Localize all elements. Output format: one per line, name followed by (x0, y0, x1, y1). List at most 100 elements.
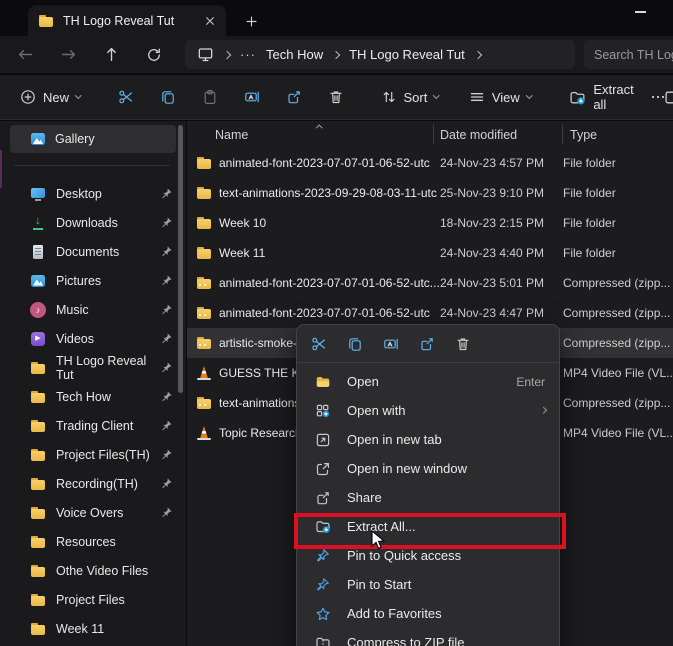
column-header-type[interactable]: Type (570, 128, 597, 142)
sidebar-item[interactable]: TH Logo Reveal Tut (0, 353, 186, 382)
column-resize-handle[interactable] (433, 125, 434, 144)
sidebar-item[interactable]: Downloads (0, 208, 186, 237)
chevron-right-icon (473, 50, 481, 58)
folder-icon (196, 185, 212, 201)
menu-item-open[interactable]: Open Enter (297, 367, 559, 396)
extract-all-button[interactable]: Extract all (561, 76, 641, 118)
menu-item-share[interactable]: Share (297, 483, 559, 512)
sidebar-item[interactable]: Recording(TH) (0, 469, 186, 498)
sidebar-item[interactable]: Videos (0, 324, 186, 353)
details-pane-icon[interactable] (664, 89, 673, 111)
menu-item-compress-to-zip[interactable]: Compress to ZIP file (297, 628, 559, 646)
sidebar-item[interactable]: Trading Client (0, 411, 186, 440)
file-row[interactable]: Week 10 18-Nov-23 2:15 PM File folder (187, 208, 673, 238)
sidebar-item-label: Project Files(TH) (56, 448, 150, 462)
sidebar-item[interactable]: Documents (0, 237, 186, 266)
forward-button[interactable] (51, 41, 85, 69)
file-row[interactable]: text-animations-2023-09-29-08-03-11-utc … (187, 178, 673, 208)
pin-icon (160, 274, 173, 287)
sidebar-item-label: Downloads (56, 216, 118, 230)
menu-item-pin-to-start[interactable]: Pin to Start (297, 570, 559, 599)
paste-button[interactable] (189, 83, 231, 111)
file-row[interactable]: Week 11 24-Nov-23 4:40 PM File folder (187, 238, 673, 268)
sidebar-separator (14, 165, 170, 166)
open-with-icon (315, 403, 331, 419)
file-type: Compressed (zipp... (563, 396, 673, 410)
sort-button[interactable]: Sort (373, 83, 447, 111)
sidebar-item[interactable]: Resources (0, 527, 186, 556)
sidebar-item[interactable]: Pictures (0, 266, 186, 295)
pin-icon (160, 187, 173, 200)
tab-title: TH Logo Reveal Tut (63, 14, 195, 28)
folder-icon (30, 592, 46, 608)
new-button[interactable]: New (12, 83, 89, 111)
copy-icon[interactable] (347, 336, 363, 352)
folder-icon (30, 534, 46, 550)
this-pc-icon[interactable] (197, 46, 214, 63)
column-resize-handle[interactable] (562, 125, 563, 144)
new-tab-button[interactable] (238, 8, 264, 34)
share-icon[interactable] (419, 336, 435, 352)
chevron-down-icon (75, 92, 81, 98)
view-button[interactable]: View (461, 83, 539, 111)
explorer-tab[interactable]: TH Logo Reveal Tut (28, 5, 226, 36)
plus-circle-icon (20, 89, 36, 105)
file-date-modified: 24-Nov-23 4:47 PM (440, 306, 563, 320)
menu-item-open-in-new-window[interactable]: Open in new window (297, 454, 559, 483)
scissors-icon[interactable] (311, 336, 327, 352)
sidebar-item[interactable]: Project Files(TH) (0, 440, 186, 469)
sidebar-item-label: Recording(TH) (56, 477, 138, 491)
file-date-modified: 24-Nov-23 4:40 PM (440, 246, 563, 260)
scissors-icon (118, 89, 134, 105)
column-header-name[interactable]: Name (215, 128, 248, 142)
sidebar-item[interactable]: Voice Overs (0, 498, 186, 527)
sidebar-item[interactable]: Week 11 (0, 614, 186, 643)
search-input[interactable]: Search TH Log (584, 40, 673, 69)
menu-item-add-to-favorites[interactable]: Add to Favorites (297, 599, 559, 628)
share-button[interactable] (273, 83, 315, 111)
breadcrumb-item-current[interactable]: TH Logo Reveal Tut (349, 47, 465, 62)
rename-button[interactable] (231, 83, 273, 111)
folder-icon (38, 13, 54, 29)
rename-icon[interactable] (383, 336, 399, 352)
pin-icon (160, 506, 173, 519)
minimize-button[interactable] (635, 6, 651, 18)
pin-outline-icon (315, 577, 331, 592)
breadcrumb-item-tech-how[interactable]: Tech How (266, 47, 323, 62)
file-date-modified: 24-Nov-23 4:57 PM (440, 156, 563, 170)
vlc-icon (196, 425, 212, 441)
file-row[interactable]: animated-font-2023-07-07-01-06-52-utc 24… (187, 148, 673, 178)
menu-item-open-with[interactable]: Open with (297, 396, 559, 425)
column-header-date[interactable]: Date modified (440, 128, 517, 142)
file-date-modified: 18-Nov-23 2:15 PM (440, 216, 563, 230)
sidebar-item[interactable]: Music (0, 295, 186, 324)
menu-item-label: Pin to Quick access (347, 548, 461, 563)
documents-icon (30, 244, 46, 260)
sidebar-item[interactable]: Othe Video Files (0, 556, 186, 585)
cut-button[interactable] (105, 83, 147, 111)
copy-button[interactable] (147, 83, 189, 111)
sidebar-scrollbar[interactable] (178, 125, 183, 393)
sidebar-item-label: Documents (56, 245, 119, 259)
refresh-button[interactable] (137, 41, 171, 69)
sidebar-item-gallery[interactable]: Gallery (10, 125, 176, 153)
file-row[interactable]: animated-font-2023-07-07-01-06-52-utc...… (187, 268, 673, 298)
sidebar-item-label: Voice Overs (56, 506, 123, 520)
back-button[interactable] (8, 41, 42, 69)
share-icon (286, 89, 302, 105)
folder-icon (196, 215, 212, 231)
breadcrumb: ··· Tech How TH Logo Reveal Tut (185, 40, 575, 69)
trash-icon[interactable] (455, 336, 471, 352)
file-type: Compressed (zipp... (563, 306, 673, 320)
up-button[interactable] (94, 41, 128, 69)
sidebar-item[interactable]: Project Files (0, 585, 186, 614)
sidebar-item[interactable]: Tech How (0, 382, 186, 411)
sidebar-item-label: Gallery (55, 132, 95, 146)
menu-item-label: Open in new tab (347, 432, 442, 447)
menu-item-open-in-new-tab[interactable]: Open in new tab (297, 425, 559, 454)
folder-icon (30, 447, 46, 463)
breadcrumb-overflow[interactable]: ··· (240, 47, 256, 62)
delete-button[interactable] (315, 83, 357, 111)
close-tab-icon[interactable] (204, 15, 216, 27)
sidebar-item[interactable]: Desktop (0, 179, 186, 208)
